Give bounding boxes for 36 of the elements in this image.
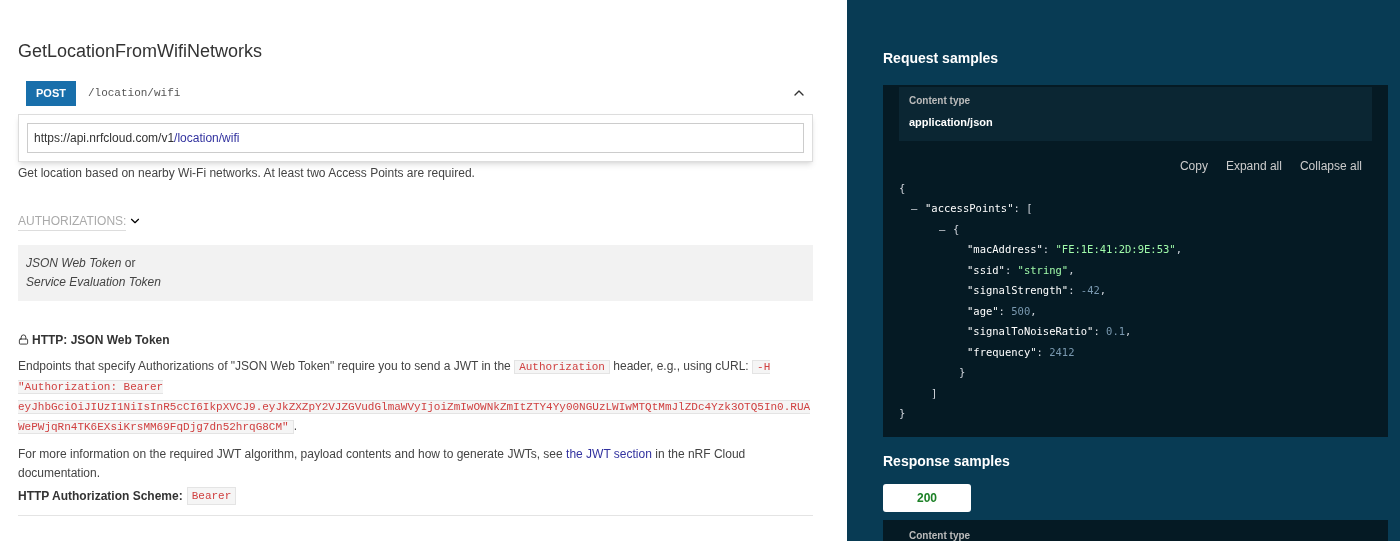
code-line: { [899,180,906,196]
scheme-label: HTTP Authorization Scheme: [18,487,183,505]
code-line: { [953,221,960,237]
security-paragraph: Endpoints that specify Authorizations of "JSON Web Token" require you to send a JWT in the Authorization header, e.g., using cURL: -H "Authorization: Bearer eyJhbGciOiJIUzI1NiIsInR5cCI6IkpXVCJ9.eyJkZXZpY2VJZGVudGlmaWVyIjoiZmIwOWNkZmItZTY4Yy00NGUzLWIwMTQtMmJlZDc4Yzk3OTQ5In0.RUAWePWjqRn4TK6EXsiKrsMM69FqDjg7dn52hrqG8CM" . [18,357,812,436]
operation-description: Get location based on nearby Wi-Fi networks. At least two Access Points are required. [18,164,476,182]
code-line: "signalToNoiseRatio": 0.1, [967,324,1132,340]
code-line: "macAddress": "FE:1E:41:2D:9E:53", [967,242,1182,258]
security-title: HTTP: JSON Web Token [32,331,170,349]
code-action-button[interactable]: Expand all [1225,156,1282,175]
collapse-toggle[interactable]: – [939,221,953,238]
code-action-button[interactable]: Collapse all [1299,156,1362,175]
response-samples-title: Response samples [883,451,1011,471]
authorization-option: JSON Web Token or [26,253,805,273]
http-method-label: POST [26,81,76,106]
code-line: ] [931,385,938,401]
code-line: } [899,406,906,422]
authorization-option: Service Evaluation Token [26,272,805,292]
security-paragraph: For more information on the required JWT algorithm, payload contents and how to generate JWTs, see the JWT section in the nRF Cloud documentation. [18,445,747,482]
code-line: } [959,365,966,381]
code-line: "signalStrength": -42, [967,283,1107,299]
jwt-section-link[interactable]: the JWT section [566,446,652,461]
code-line: "ssid": "string", [967,262,1075,278]
endpoint-path: /location/wifi [87,86,181,101]
server-url-field[interactable]: https://api.nrfcloud.com/v1/location/wifi [27,122,804,153]
request-samples-title: Request samples [883,49,1000,68]
code-line: "accessPoints": [ [925,201,1033,217]
content-type-selector[interactable]: Content type application/json [899,87,1372,141]
code-line: "frequency": 2412 [967,344,1075,360]
lock-icon [18,334,29,345]
response-sample-card: Content type [883,519,1388,541]
code-line: "age": 500, [967,303,1037,319]
scheme-value: Bearer [186,486,237,505]
operation-title: GetLocationFromWifiNetworks [18,40,264,63]
status-tab[interactable]: 200 [883,483,971,512]
code-action-button[interactable]: Copy [1179,156,1208,175]
collapse-toggle[interactable]: – [911,201,925,218]
